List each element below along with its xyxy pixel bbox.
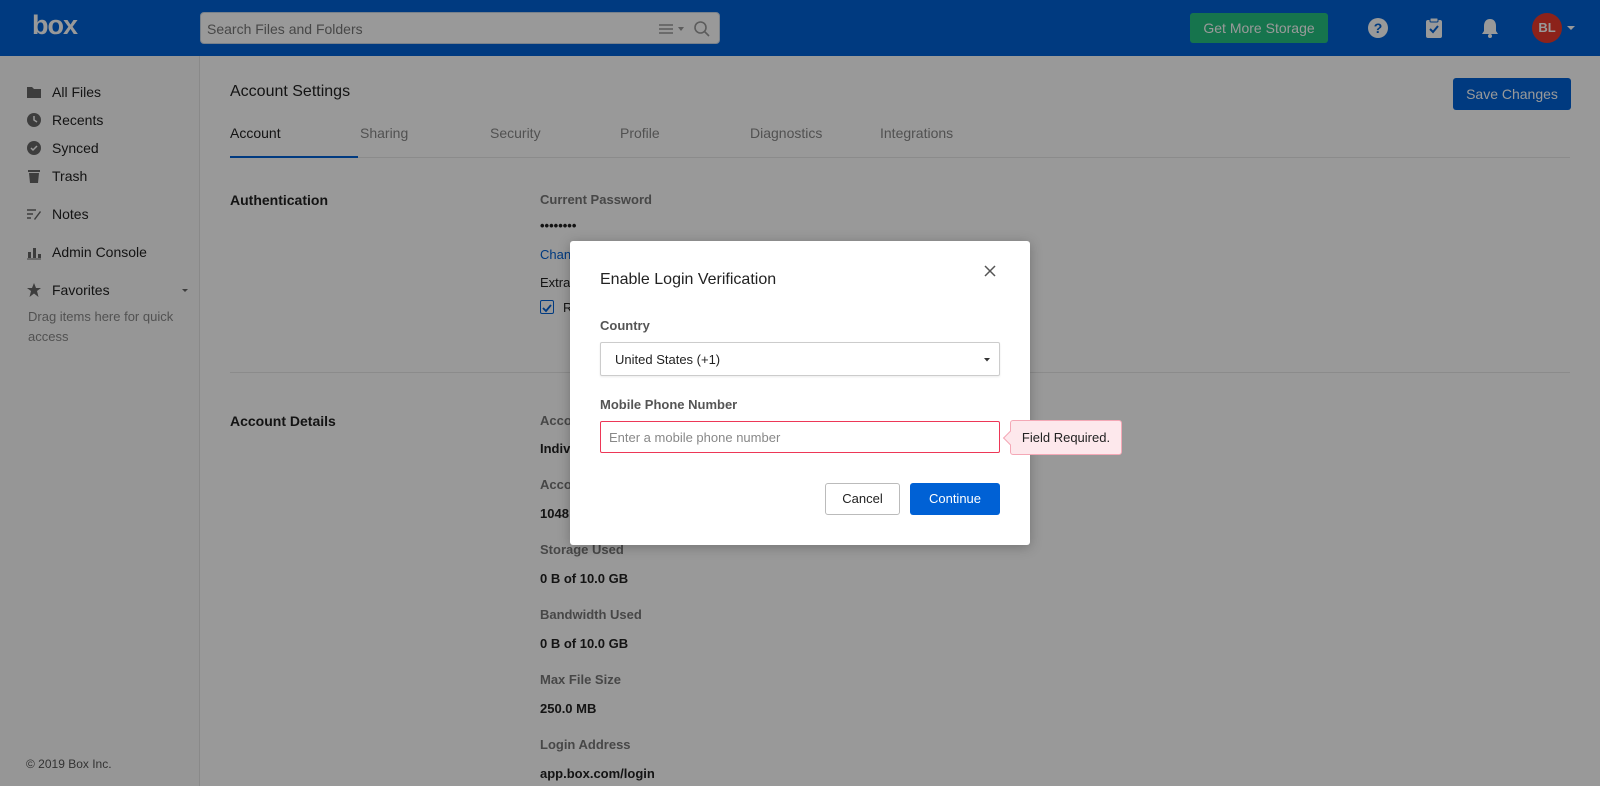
country-select-value: United States (+1) — [615, 352, 721, 367]
tooltip-arrow — [1002, 430, 1018, 446]
continue-button[interactable]: Continue — [910, 483, 1000, 515]
close-icon[interactable] — [982, 263, 998, 279]
modal-title: Enable Login Verification — [600, 271, 777, 288]
country-select[interactable]: United States (+1) — [600, 342, 1000, 376]
cancel-button[interactable]: Cancel — [825, 483, 900, 515]
phone-number-label: Mobile Phone Number — [600, 397, 738, 412]
field-required-tooltip: Field Required. — [1002, 420, 1122, 455]
tooltip-text: Field Required. — [1021, 430, 1111, 445]
login-verification-modal: Enable Login Verification Country United… — [570, 241, 1122, 545]
phone-number-input[interactable] — [600, 421, 1000, 453]
country-label: Country — [600, 318, 650, 333]
chevron-down-icon — [984, 358, 990, 362]
